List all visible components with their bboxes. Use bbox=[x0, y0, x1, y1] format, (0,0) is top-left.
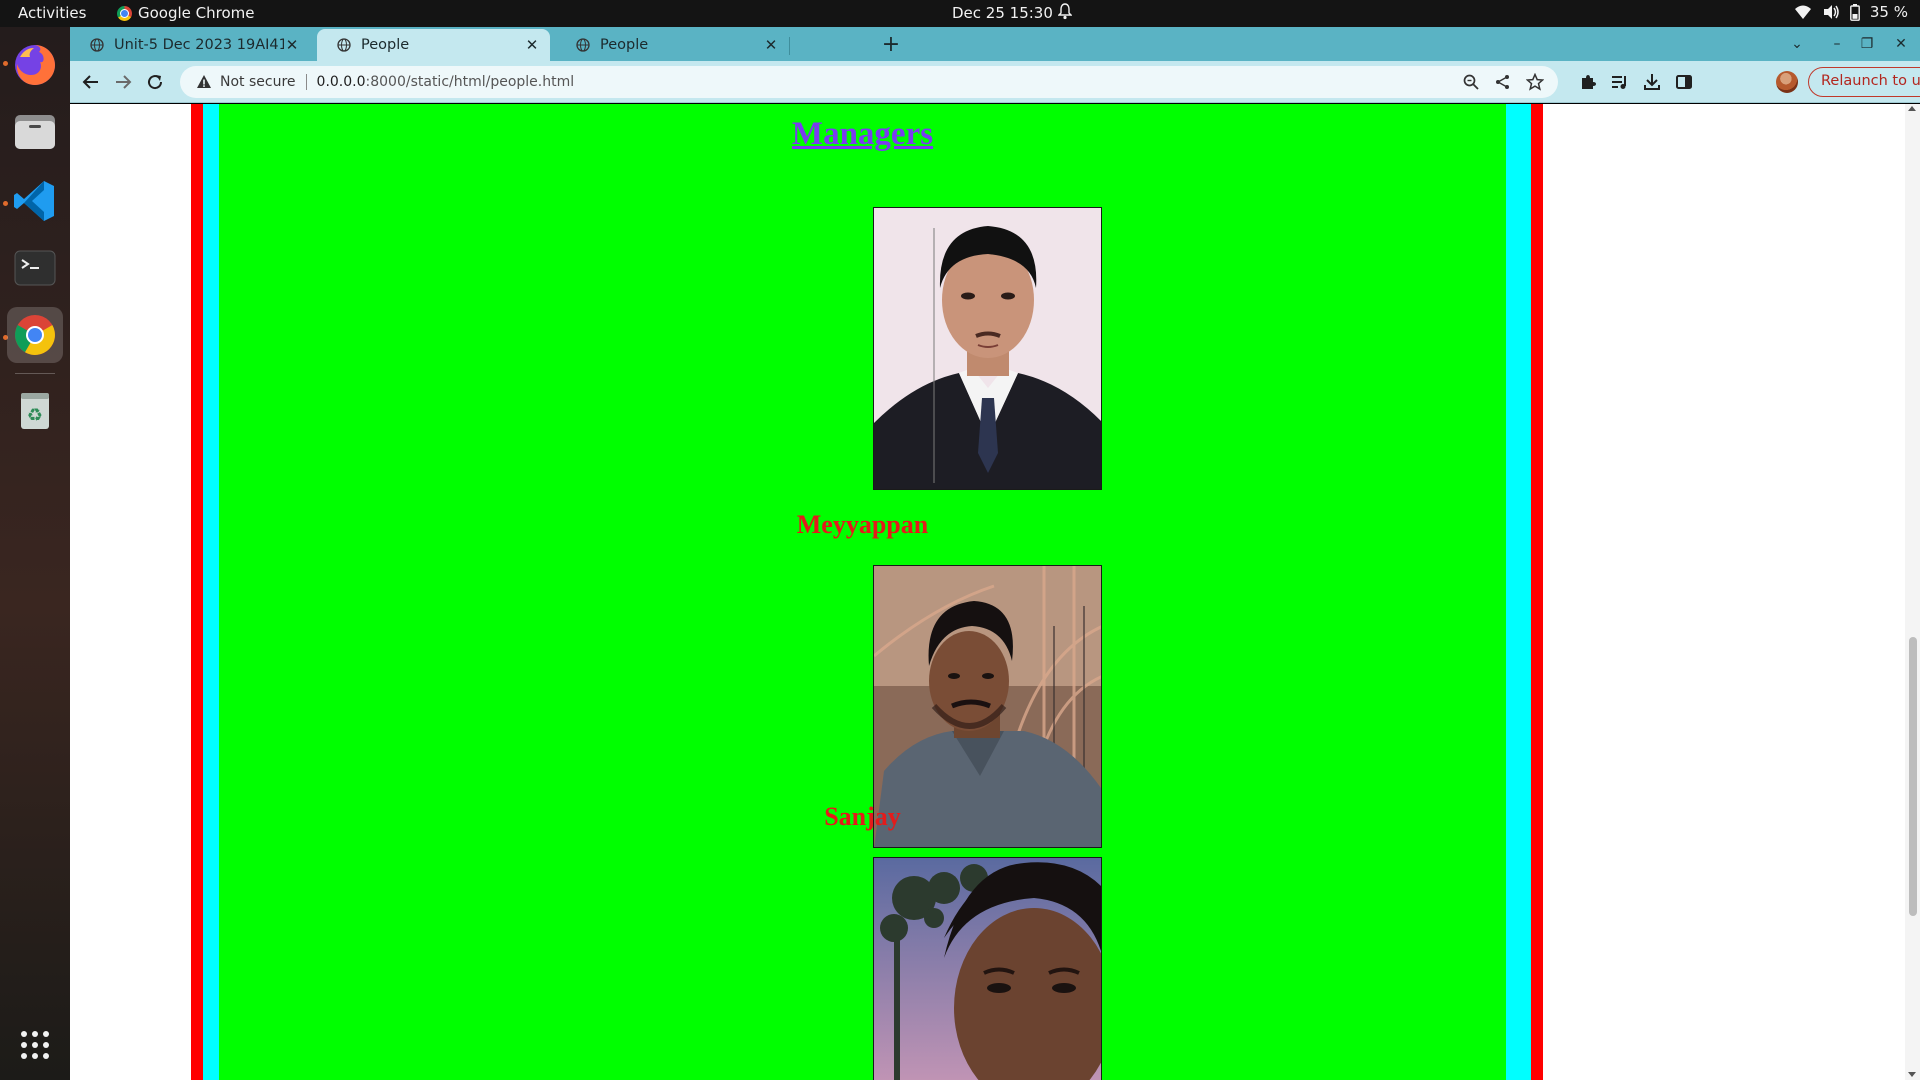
trash-icon: ♻ bbox=[21, 393, 49, 429]
bookmark-star-icon[interactable] bbox=[1526, 73, 1544, 91]
person-photo bbox=[873, 857, 1102, 1080]
scrollbar-thumb[interactable] bbox=[1909, 637, 1917, 916]
relaunch-label: Relaunch to update bbox=[1821, 73, 1920, 89]
app-grid-icon bbox=[21, 1031, 49, 1059]
restore-button[interactable]: ❐ bbox=[1856, 33, 1878, 55]
scroll-down-icon[interactable] bbox=[1908, 1072, 1916, 1077]
terminal-launcher[interactable] bbox=[7, 240, 63, 296]
side-panel-button[interactable] bbox=[1674, 72, 1694, 92]
person-name: Meyyappan bbox=[796, 510, 929, 539]
arrow-left-icon bbox=[82, 75, 98, 89]
tab-people-active[interactable]: People ✕ bbox=[317, 29, 550, 61]
zoom-icon[interactable] bbox=[1462, 73, 1480, 91]
tab-close-button[interactable]: ✕ bbox=[284, 37, 300, 53]
address-divider bbox=[305, 74, 307, 90]
chrome-icon bbox=[15, 315, 55, 355]
tab-search-button[interactable]: ⌄ bbox=[1786, 33, 1808, 55]
queue-music-icon bbox=[1612, 76, 1626, 89]
url-host: 0.0.0.0 bbox=[316, 74, 366, 90]
tab-close-button[interactable]: ✕ bbox=[763, 37, 779, 53]
url-path: :8000/static/html/people.html bbox=[365, 74, 575, 90]
page-content: Managers Meyyappan Sanjay bbox=[219, 104, 1506, 1080]
chrome-launcher[interactable] bbox=[7, 307, 63, 363]
globe-icon bbox=[90, 38, 104, 52]
address-bar[interactable]: Not secure 0.0.0.0:8000/static/html/peop… bbox=[180, 66, 1558, 98]
download-icon bbox=[1644, 74, 1660, 90]
scroll-up-icon[interactable] bbox=[1908, 106, 1916, 111]
downloads-button[interactable] bbox=[1642, 72, 1662, 92]
wifi-icon bbox=[1794, 5, 1811, 19]
forward-button[interactable] bbox=[110, 69, 136, 95]
page-heading-link[interactable]: Managers bbox=[219, 116, 1506, 153]
show-apps-button[interactable] bbox=[7, 1017, 63, 1073]
person-photo bbox=[873, 207, 1102, 490]
tab-unit5[interactable]: Unit-5 Dec 2023 19AI414 ✕ bbox=[70, 29, 310, 61]
portrait-image bbox=[874, 208, 1101, 489]
profile-avatar[interactable] bbox=[1776, 71, 1798, 93]
dock: ♻ bbox=[0, 27, 70, 1080]
tab-close-button[interactable]: ✕ bbox=[524, 37, 540, 53]
trash-launcher[interactable]: ♻ bbox=[7, 382, 63, 438]
system-tray[interactable]: 35 % bbox=[1794, 3, 1908, 21]
system-top-bar: Activities Google Chrome Dec 25 15:30 35… bbox=[0, 0, 1920, 27]
omnibox-actions bbox=[1462, 73, 1544, 91]
security-status[interactable]: Not secure bbox=[220, 74, 296, 90]
arrow-right-icon bbox=[116, 75, 132, 89]
close-window-button[interactable]: ✕ bbox=[1890, 33, 1912, 55]
tab-title: People bbox=[600, 37, 649, 53]
back-button[interactable] bbox=[78, 69, 104, 95]
activities-button[interactable]: Activities bbox=[18, 4, 86, 22]
files-launcher[interactable] bbox=[7, 104, 63, 160]
page-scrollbar[interactable] bbox=[1905, 104, 1920, 1080]
vscode-icon bbox=[14, 181, 54, 221]
reload-button[interactable] bbox=[142, 69, 168, 95]
tab-title: People bbox=[361, 37, 410, 53]
volume-icon bbox=[1823, 5, 1839, 19]
new-tab-button[interactable]: + bbox=[878, 32, 904, 58]
files-icon bbox=[15, 115, 55, 149]
tab-title: Unit-5 Dec 2023 19AI414 bbox=[114, 37, 284, 53]
side-panel-icon bbox=[1676, 75, 1692, 89]
globe-icon bbox=[337, 38, 351, 52]
tab-separator bbox=[789, 37, 790, 55]
browser-toolbar: Not secure 0.0.0.0:8000/static/html/peop… bbox=[70, 61, 1920, 103]
globe-icon bbox=[576, 38, 590, 52]
app-name-label: Google Chrome bbox=[138, 4, 255, 22]
tab-people[interactable]: People ✕ bbox=[556, 29, 790, 61]
firefox-icon bbox=[15, 45, 56, 85]
share-icon[interactable] bbox=[1494, 73, 1512, 91]
reload-icon bbox=[148, 75, 163, 90]
page-viewport: Managers Meyyappan Sanjay bbox=[70, 104, 1920, 1080]
puzzle-icon bbox=[1582, 75, 1596, 89]
chrome-small-icon bbox=[117, 5, 132, 21]
terminal-icon bbox=[14, 250, 56, 286]
dock-separator bbox=[15, 373, 55, 374]
battery-percentage: 35 % bbox=[1869, 3, 1908, 21]
firefox-launcher[interactable] bbox=[7, 37, 63, 93]
tab-strip: Unit-5 Dec 2023 19AI414 ✕ People ✕ Peopl… bbox=[70, 27, 1920, 61]
person-name: Sanjay bbox=[824, 802, 901, 831]
svg-text:♻: ♻ bbox=[27, 405, 43, 426]
clock[interactable]: Dec 25 15:30 bbox=[952, 4, 1053, 22]
media-controls-button[interactable] bbox=[1610, 72, 1630, 92]
portrait-image bbox=[874, 858, 1101, 1080]
extensions-button[interactable] bbox=[1578, 72, 1598, 92]
app-menu[interactable]: Google Chrome bbox=[117, 4, 255, 22]
notification-bell-icon[interactable] bbox=[1058, 3, 1072, 20]
minimize-button[interactable]: – bbox=[1826, 33, 1848, 55]
relaunch-to-update-button[interactable]: Relaunch to update ⋮ bbox=[1808, 67, 1920, 97]
vscode-launcher[interactable] bbox=[7, 173, 63, 229]
battery-icon bbox=[1849, 3, 1860, 21]
warning-icon bbox=[197, 75, 211, 88]
